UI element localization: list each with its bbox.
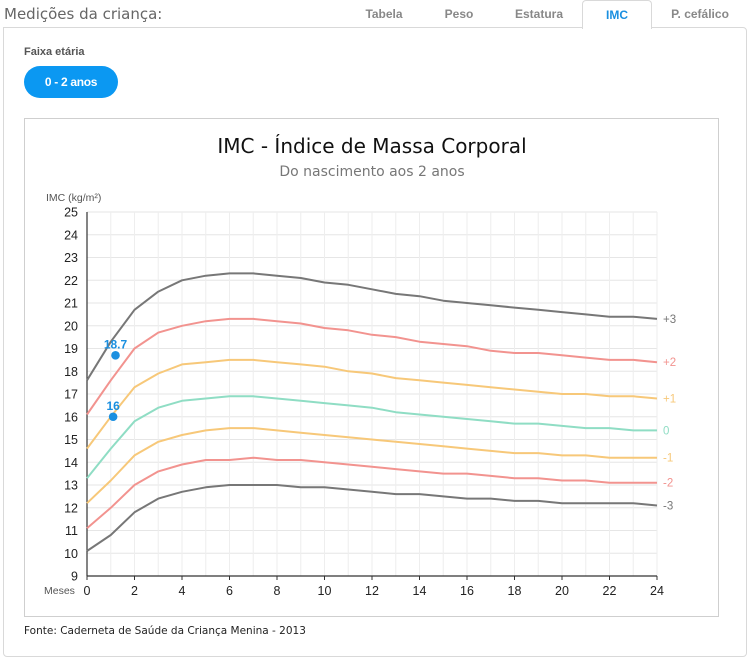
tab-perimetro-cefalico[interactable]: P. cefálico [660,0,740,28]
x-tick-label: 22 [603,584,617,598]
series-label: 0 [663,425,669,437]
tab-bar: Tabela Peso Estatura IMC P. cefálico [0,0,750,29]
page-header: Medições da criança: Tabela Peso Estatur… [0,0,750,29]
bmi-chart: 9101112131415161718192021222324250 2 4 6 8 10… [44,134,676,599]
age-range-label: Faixa etária [24,46,85,58]
measurement-label: 18.7 [104,337,128,351]
measurement-point [111,351,120,360]
y-tick-label: 12 [64,501,78,515]
x-axis-label: Meses [44,585,75,597]
x-tick-label: 8 [274,584,281,598]
tab-peso[interactable]: Peso [428,0,490,28]
x-tick-label: 2 [131,584,138,598]
tab-tabela[interactable]: Tabela [352,0,416,28]
y-tick-label: 22 [64,274,78,288]
source-note: Fonte: Caderneta de Saúde da Criança Men… [24,625,306,637]
y-tick-label: 20 [64,319,78,333]
tab-estatura[interactable]: Estatura [502,0,576,28]
y-tick-label: 19 [64,342,78,356]
x-tick-label: 14 [413,584,427,598]
y-tick-label: 23 [64,251,78,265]
tab-imc[interactable]: IMC [582,0,652,29]
x-tick-label: 18 [508,584,522,598]
y-tick-label: 17 [64,388,78,402]
y-tick-label: 14 [64,456,78,470]
y-tick-label: 18 [64,365,78,379]
y-tick-label: 16 [64,410,78,424]
series-label: -2 [663,478,673,490]
y-tick-label: 21 [64,297,78,311]
y-tick-label: 10 [64,547,78,561]
measurement-label: 16 [106,399,120,413]
x-tick-label: 20 [555,584,569,598]
x-tick-label: 4 [179,584,186,598]
x-tick-label: 12 [365,584,379,598]
y-tick-label: 9 [71,570,78,584]
y-tick-label: 25 [64,206,78,220]
x-tick-label: 24 [650,584,664,598]
chart-axes: 9101112131415161718192021222324250 2 4 6 8 10… [64,206,664,599]
age-range-button[interactable]: 0 - 2 anos [24,66,118,98]
y-tick-label: 15 [64,433,78,447]
chart-container: 9 10 11 12 13 14 15 16 17 18 19 20 21 22 23 24 25 0 2 4 6 8 10… [24,118,719,617]
y-axis-label: IMC (kg/m²) [46,192,101,204]
y-tick-label: 11 [65,524,78,538]
chart-series: +3 +2 +1 0 -1 -2 -3 [86,272,676,552]
x-tick-label: 0 [84,584,91,598]
x-tick-label: 10 [318,584,332,598]
x-tick-label: 16 [460,584,474,598]
x-tick-label: 6 [226,584,233,598]
series-label: +1 [663,394,676,406]
y-tick-label: 13 [64,479,78,493]
series-label: -3 [663,500,673,512]
chart-points: 18.7 16 [104,337,128,422]
measurement-point [108,412,118,422]
series-label: +2 [663,357,676,369]
series-label: +3 [663,314,676,326]
y-tick-label: 24 [64,228,78,242]
chart-subtitle: Do nascimento aos 2 anos [279,164,464,180]
series-label: -1 [663,453,673,465]
chart-title: IMC - Índice de Massa Corporal [217,134,526,158]
